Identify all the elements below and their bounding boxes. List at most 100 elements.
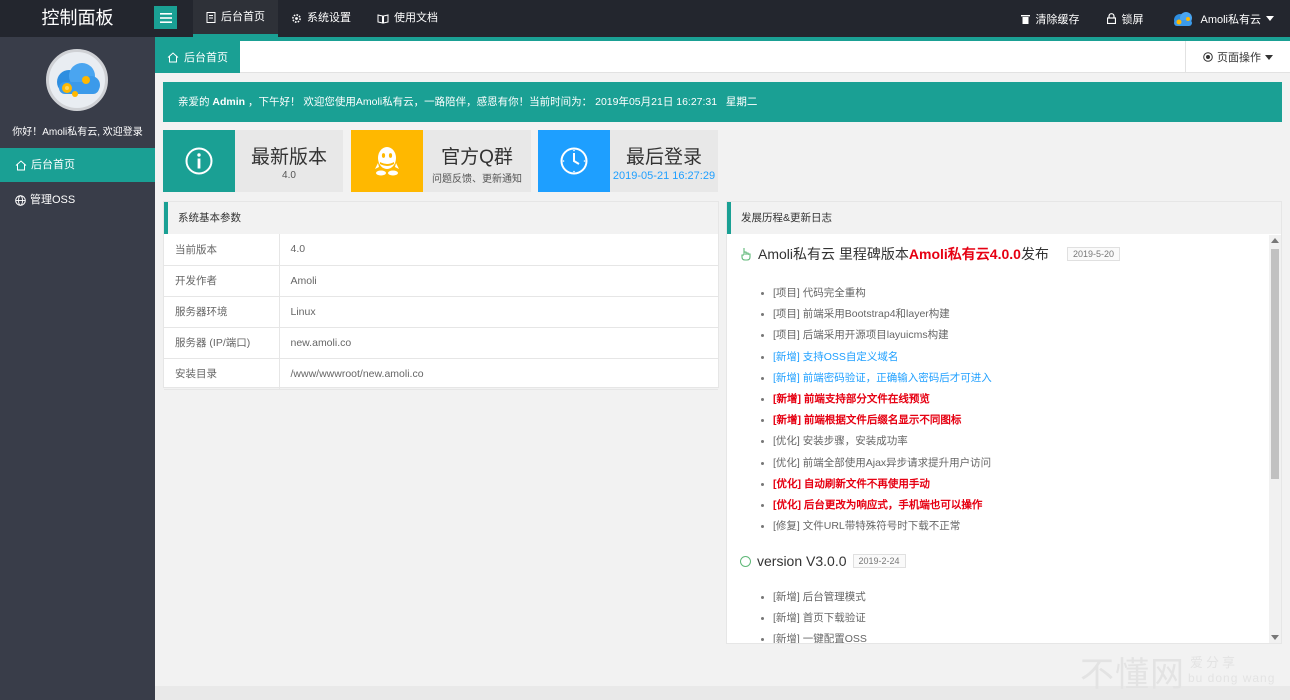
home-icon xyxy=(15,159,27,170)
list-item: [优化] 自动刷新文件不再使用手动 xyxy=(761,474,1120,495)
tab-home[interactable]: 后台首页 xyxy=(155,41,240,73)
pointing-hand-icon xyxy=(741,248,751,261)
watermark-big-text: 不懂网 xyxy=(1080,655,1185,695)
menu-toggle-button[interactable] xyxy=(154,6,177,29)
list-item: [项目] 前端采用Bootstrap4和layer构建 xyxy=(761,304,1120,325)
changelog-title: 发展历程&更新日志 xyxy=(727,202,1281,234)
table-row: 当前版本 4.0 xyxy=(164,234,718,266)
sidebar-item-oss[interactable]: 管理OSS xyxy=(0,183,155,217)
clear-cache-button[interactable]: 清除缓存 xyxy=(1021,11,1079,27)
param-key: 当前版本 xyxy=(164,234,280,266)
welcome-user: Admin xyxy=(212,96,246,108)
sidebar-item-home[interactable]: 后台首页 xyxy=(0,148,155,182)
list-item: [新增] 前端支持部分文件在线预览 xyxy=(761,389,1120,410)
card-last-login[interactable]: 最后登录 2019-05-21 16:27:29 xyxy=(538,130,718,192)
card-last-login-title: 最后登录 xyxy=(625,147,702,168)
changelog-panel: 发展历程&更新日志 Amoli私有云 里程碑版本 Amoli私有云4.0.0 发布 … xyxy=(726,201,1282,644)
card-official-qq-group[interactable]: 官方Q群 问题反馈、更新通知 xyxy=(351,130,531,192)
watermark-slogan: 爱分享 xyxy=(1190,655,1239,670)
page-operations-label: 页面操作 xyxy=(1217,52,1261,64)
home-icon xyxy=(167,51,179,62)
card-latest-version-body: 最新版本 4.0 xyxy=(235,130,343,192)
changelog-scrollbar[interactable] xyxy=(1269,235,1281,643)
param-key: 开发作者 xyxy=(164,265,280,297)
table-row: 服务器环境 Linux xyxy=(164,296,718,328)
sidebar: 你好！Amoli私有云, 欢迎登录 后台首页 管理OSS xyxy=(0,37,155,700)
version-title-prefix: version V3.0.0 xyxy=(757,553,847,569)
globe-icon xyxy=(15,194,26,206)
welcome-prefix: 亲爱的 xyxy=(178,96,210,108)
cloud-avatar-icon xyxy=(57,63,100,97)
tab-home-label: 后台首页 xyxy=(184,52,228,64)
version-title: Amoli私有云 里程碑版本 Amoli私有云4.0.0 发布 2019-5-20 xyxy=(740,244,1120,264)
system-params-table: 当前版本 4.0 开发作者 Amoli 服务器环境 Linux 服务器 (IP/… xyxy=(164,234,718,390)
topnav-settings[interactable]: 系统设置 xyxy=(278,0,364,37)
card-latest-version-value: 4.0 xyxy=(282,170,296,181)
welcome-text: ，下午好！ 欢迎您使用Amoli私有云，一路陪伴，感恩有你！当前时间为： 201… xyxy=(248,96,758,108)
user-avatar-icon xyxy=(1174,11,1193,26)
card-latest-version[interactable]: 最新版本 4.0 xyxy=(163,130,343,192)
sidebar-welcome-text: 你好！Amoli私有云, 欢迎登录 xyxy=(12,127,143,138)
scroll-up-icon[interactable] xyxy=(1271,238,1279,243)
list-item: [优化] 后台更改为响应式，手机端也可以操作 xyxy=(761,495,1120,516)
user-menu[interactable]: Amoli私有云 xyxy=(1171,10,1274,28)
trash-icon xyxy=(1021,14,1031,24)
topnav-home[interactable]: 后台首页 xyxy=(193,0,278,37)
app-title[interactable]: 控制面板 xyxy=(0,0,155,37)
list-item: [新增] 后台管理模式 xyxy=(761,587,906,608)
list-item: [新增] 前端密码验证，正确输入密码后才可进入 xyxy=(761,368,1120,389)
page-operations-dropdown[interactable]: 页面操作 xyxy=(1185,41,1290,73)
sidebar-item-home-label: 后台首页 xyxy=(31,159,75,171)
hamburger-icon xyxy=(159,12,172,23)
card-last-login-value: 2019-05-21 16:27:29 xyxy=(612,170,716,182)
timeline-dot-icon xyxy=(740,555,751,567)
system-params-panel: 系统基本参数 当前版本 4.0 开发作者 Amoli 服务器环境 Linux 服… xyxy=(163,201,719,390)
list-item: [项目] 后端采用开源项目layuicms构建 xyxy=(761,325,1120,346)
param-key: 服务器 (IP/端口) xyxy=(164,327,280,359)
table-row: 开发作者 Amoli xyxy=(164,265,718,297)
tab-bar: 后台首页 页面操作 xyxy=(155,41,1290,73)
param-value: Linux xyxy=(279,296,718,328)
version-changes-list: [新增] 后台管理模式 [新增] 首页下载验证 [新增] 一键配置OSS xyxy=(761,587,906,643)
book-icon xyxy=(377,13,389,24)
changelog-scroll-area[interactable]: Amoli私有云 里程碑版本 Amoli私有云4.0.0 发布 2019-5-20 … xyxy=(727,235,1281,643)
version-title-highlight: Amoli私有云4.0.0 xyxy=(908,246,1021,262)
sidebar-item-oss-label: 管理OSS xyxy=(30,194,76,206)
table-row: 安装目录 /www/wwwroot/new.amoli.co xyxy=(164,358,718,390)
card-latest-version-icon-box xyxy=(163,130,235,192)
info-icon xyxy=(185,147,213,175)
lock-screen-button[interactable]: 锁屏 xyxy=(1107,11,1143,27)
param-key: 安装目录 xyxy=(164,358,280,390)
topnav-settings-label: 系统设置 xyxy=(307,12,351,24)
top-nav: 后台首页 系统设置 使用文档 xyxy=(193,0,451,37)
list-item: [新增] 支持OSS自定义域名 xyxy=(761,347,1120,368)
card-latest-version-title: 最新版本 xyxy=(250,147,327,168)
gear-icon xyxy=(292,14,301,23)
param-value: 4.0 xyxy=(279,234,718,266)
list-item: [新增] 首页下载验证 xyxy=(761,608,906,629)
lock-label: 锁屏 xyxy=(1121,13,1144,26)
card-qq-body: 官方Q群 问题反馈、更新通知 xyxy=(423,130,531,192)
param-value: Amoli xyxy=(279,265,718,297)
changelog-version-4: Amoli私有云 里程碑版本 Amoli私有云4.0.0 发布 2019-5-20 … xyxy=(740,244,1120,537)
lock-icon xyxy=(1107,13,1117,24)
avatar[interactable] xyxy=(46,49,108,111)
version-date-badge: 2019-5-20 xyxy=(1066,247,1120,261)
scrollbar-thumb[interactable] xyxy=(1271,249,1279,479)
list-item: [新增] 一键配置OSS xyxy=(761,629,906,643)
watermark-pinyin: bu dong wang xyxy=(1188,671,1276,685)
list-item: [优化] 前端全部使用Ajax异步请求提升用户访问 xyxy=(761,453,1120,474)
card-qq-icon-box xyxy=(351,130,423,192)
card-qq-title: 官方Q群 xyxy=(441,147,513,168)
version-changes-list: [项目] 代码完全重构 [项目] 前端采用Bootstrap4和layer构建 … xyxy=(761,283,1120,537)
card-last-login-body: 最后登录 2019-05-21 16:27:29 xyxy=(610,130,718,192)
username-label: Amoli私有云 xyxy=(1200,13,1261,26)
scroll-down-icon[interactable] xyxy=(1271,635,1279,640)
watermark-logo: 不懂网 爱分享 bu dong wang xyxy=(1080,647,1285,695)
version-title-prefix: Amoli私有云 里程碑版本 xyxy=(758,246,909,262)
topnav-docs[interactable]: 使用文档 xyxy=(364,0,451,37)
param-key: 服务器环境 xyxy=(164,296,280,328)
list-item: [修复] 文件URL带特殊符号时下载不正常 xyxy=(761,516,1120,537)
card-last-login-icon-box xyxy=(538,130,610,192)
system-params-title: 系统基本参数 xyxy=(164,202,718,234)
